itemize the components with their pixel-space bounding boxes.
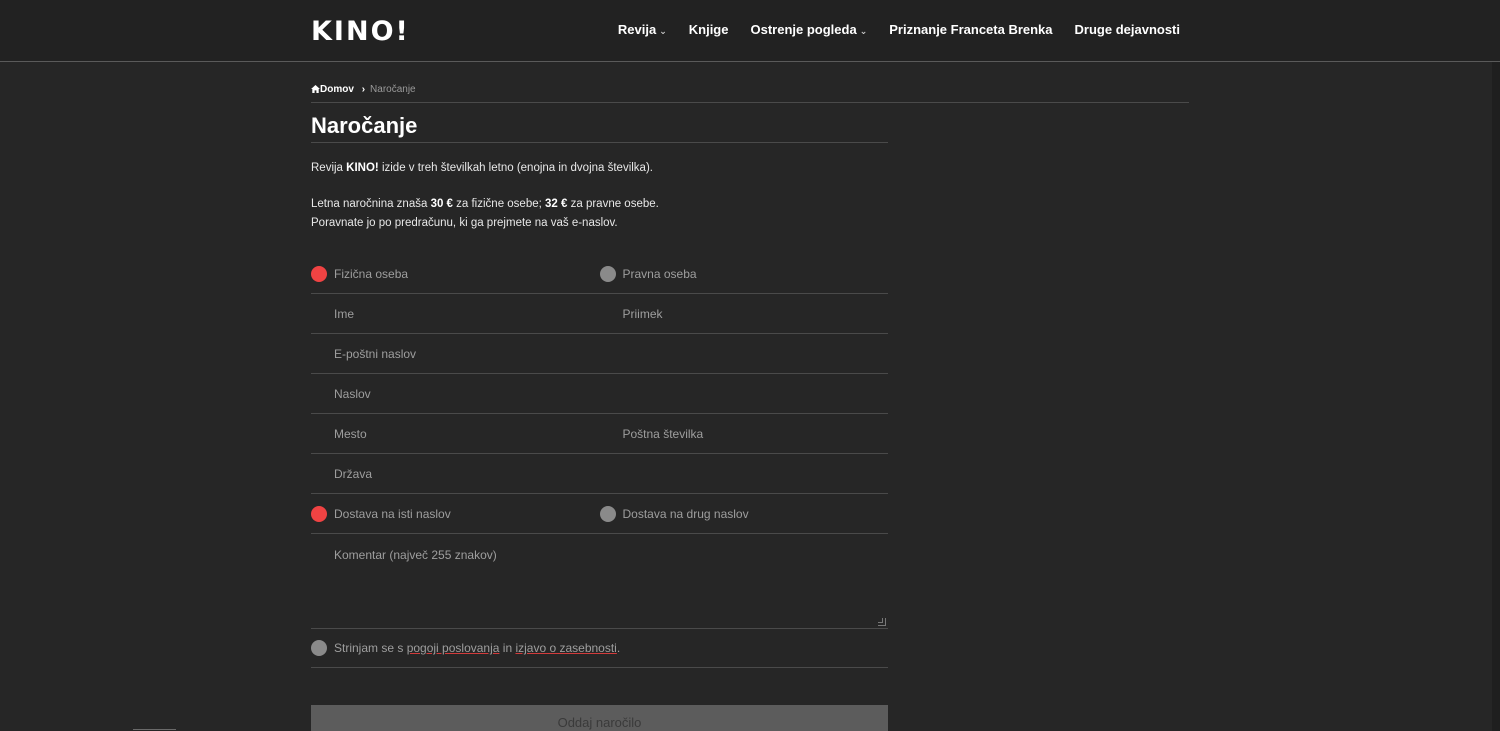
- intro-text-part: Poravnate jo po predračunu, ki ga prejme…: [311, 217, 618, 229]
- price-individual: 30 €: [430, 198, 453, 210]
- last-name-field[interactable]: Priimek: [600, 294, 889, 333]
- radio-unselected-icon[interactable]: [599, 505, 616, 522]
- submit-order-button[interactable]: Oddaj naročilo: [311, 705, 888, 731]
- radio-unselected-icon[interactable]: [599, 265, 616, 282]
- radio-other-address[interactable]: Dostava na drug naslov: [599, 494, 889, 533]
- order-form: Fizična oseba Pravna oseba Ime Priimek E…: [311, 254, 888, 668]
- radio-same-address[interactable]: Dostava na isti naslov: [311, 494, 600, 533]
- consent-text-part: Strinjam se s: [334, 641, 407, 655]
- consent-text-part: .: [616, 641, 621, 655]
- breadcrumb-home-link[interactable]: Domov: [311, 84, 357, 95]
- email-row: E-poštni naslov: [311, 334, 888, 374]
- email-placeholder: E-poštni naslov: [334, 346, 417, 361]
- consent-text-part: in: [499, 641, 516, 655]
- nav-item-priznanje[interactable]: Priznanje Franceta Brenka: [889, 21, 1052, 40]
- nav-item-label: Knjige: [688, 22, 729, 37]
- radio-physical-person[interactable]: Fizična oseba: [311, 254, 600, 293]
- consent-row: Strinjam se s pogoji poslovanja in izjav…: [311, 629, 888, 668]
- postal-code-placeholder: Poštna številka: [622, 426, 704, 441]
- intro-paragraph-2: Letna naročnina znaša 30 € za fizične os…: [311, 195, 659, 233]
- price-legal: 32 €: [545, 198, 568, 210]
- email-field[interactable]: E-poštni naslov: [311, 334, 888, 373]
- intro-text-part: Revija: [311, 162, 347, 174]
- nav-item-druge-dejavnosti[interactable]: Druge dejavnosti: [1075, 21, 1180, 40]
- country-field[interactable]: Država: [311, 454, 888, 493]
- intro-text-part: za pravne osebe.: [567, 198, 659, 210]
- country-placeholder: Država: [334, 466, 373, 481]
- name-row: Ime Priimek: [311, 294, 888, 334]
- intro-text-part: Letna naročnina znaša: [311, 198, 431, 210]
- resize-handle-icon[interactable]: [878, 618, 886, 626]
- nav-item-label: Priznanje Franceta Brenka: [889, 22, 1053, 37]
- radio-legal-entity[interactable]: Pravna oseba: [599, 254, 889, 293]
- address-field[interactable]: Naslov: [311, 374, 888, 413]
- consent-checkbox[interactable]: [311, 640, 327, 656]
- radio-label: Fizična oseba: [334, 266, 409, 281]
- privacy-link[interactable]: izjavo o zasebnosti: [515, 641, 616, 655]
- breadcrumb-separator: ›: [361, 84, 366, 95]
- intro-text-part: za fizične osebe;: [452, 198, 546, 210]
- first-name-placeholder: Ime: [334, 306, 355, 321]
- radio-label: Dostava na drug naslov: [622, 506, 749, 521]
- nav-item-revija[interactable]: Revija ⌄: [618, 21, 667, 40]
- nav-item-label: Revija: [617, 22, 657, 37]
- breadcrumb-current: Naročanje: [370, 84, 416, 95]
- person-type-row: Fizična oseba Pravna oseba: [311, 254, 888, 294]
- postal-code-field[interactable]: Poštna številka: [600, 414, 889, 453]
- first-name-field[interactable]: Ime: [311, 294, 600, 333]
- city-placeholder: Mesto: [334, 426, 367, 441]
- chevron-down-icon: ⌄: [859, 26, 868, 36]
- delivery-row: Dostava na isti naslov Dostava na drug n…: [311, 494, 888, 534]
- radio-selected-icon[interactable]: [311, 265, 327, 282]
- page-scrollbar[interactable]: [1492, 62, 1500, 731]
- page-title: Naročanje: [311, 112, 888, 143]
- top-header: KINO! Revija ⌄ Knjige Ostrenje pogleda ⌄ P…: [0, 0, 1500, 62]
- city-field[interactable]: Mesto: [311, 414, 600, 453]
- intro-text: Revija KINO! izide v treh številkah letn…: [311, 159, 659, 250]
- comment-placeholder: Komentar (največ 255 znakov): [334, 548, 497, 562]
- country-row: Država: [311, 454, 888, 494]
- intro-paragraph-1: Revija KINO! izide v treh številkah letn…: [311, 159, 659, 178]
- main-nav: Revija ⌄ Knjige Ostrenje pogleda ⌄ Priznan…: [618, 21, 1180, 40]
- site-logo[interactable]: KINO!: [311, 15, 410, 49]
- home-icon: [311, 85, 320, 93]
- chevron-down-icon: ⌄: [659, 26, 667, 36]
- breadcrumb: Domov › Naročanje: [311, 84, 1189, 103]
- address-placeholder: Naslov: [334, 386, 371, 401]
- last-name-placeholder: Priimek: [622, 306, 663, 321]
- consent-text: Strinjam se s pogoji poslovanja in izjav…: [334, 641, 620, 655]
- nav-item-label: Druge dejavnosti: [1074, 22, 1180, 37]
- terms-link[interactable]: pogoji poslovanja: [407, 641, 500, 655]
- nav-item-ostrenje-pogleda[interactable]: Ostrenje pogleda ⌄: [750, 21, 867, 40]
- comment-textarea[interactable]: Komentar (največ 255 znakov): [311, 534, 888, 629]
- nav-item-label: Ostrenje pogleda: [750, 22, 857, 37]
- breadcrumb-home-label: Domov: [320, 84, 354, 95]
- nav-item-knjige[interactable]: Knjige: [689, 21, 729, 40]
- radio-label: Dostava na isti naslov: [334, 506, 451, 521]
- radio-selected-icon[interactable]: [311, 505, 327, 522]
- radio-label: Pravna oseba: [622, 266, 697, 281]
- city-row: Mesto Poštna številka: [311, 414, 888, 454]
- magazine-name: KINO!: [346, 162, 379, 174]
- intro-text-part: izide v treh številkah letno (enojna in …: [378, 162, 653, 174]
- address-row: Naslov: [311, 374, 888, 414]
- divider: [133, 729, 176, 730]
